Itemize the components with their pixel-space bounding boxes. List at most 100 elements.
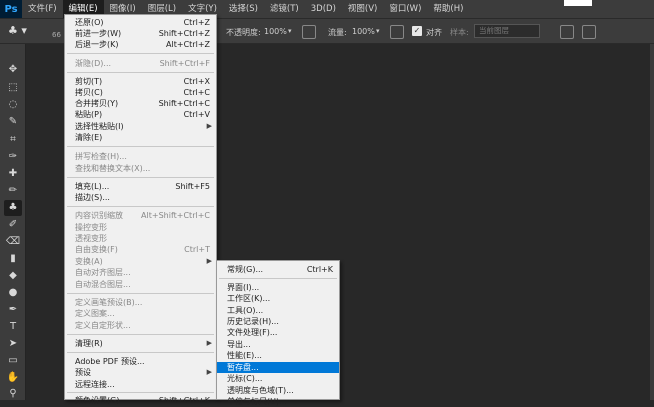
menu-item-step-forward[interactable]: 前进一步(W)Shift+Ctrl+Z <box>65 28 216 39</box>
brush-size[interactable]: 66 <box>52 31 61 39</box>
menu-item-transform[interactable]: 变换(A)▶ <box>65 256 216 267</box>
clone-stamp-tool-preset-icon[interactable]: ♣ ▾ <box>8 24 38 40</box>
menu-item-color-settings[interactable]: 颜色设置(G)...Shift+Ctrl+K <box>65 395 216 406</box>
menu-item-paste[interactable]: 粘贴(P)Ctrl+V <box>65 109 216 120</box>
flow-dropdown-icon[interactable]: ▾ <box>376 27 380 35</box>
menu-item-puppet-warp[interactable]: 操控变形 <box>65 222 216 233</box>
window-control-box[interactable] <box>564 0 592 6</box>
pressure-opacity-icon[interactable] <box>302 25 316 39</box>
menu-separator <box>67 293 214 294</box>
menu-item-purge[interactable]: 清理(R)▶ <box>65 338 216 349</box>
submenu-item-general[interactable]: 常规(G)...Ctrl+K <box>217 264 339 275</box>
healing-brush-tool-icon[interactable]: ✚ <box>4 166 22 182</box>
opacity-dropdown-icon[interactable]: ▾ <box>288 27 292 35</box>
eyedropper-tool-icon[interactable]: ✑ <box>4 149 22 165</box>
blur-tool-icon[interactable]: ◆ <box>4 268 22 284</box>
menu-help[interactable]: 帮助(H) <box>427 0 469 18</box>
submenu-item-performance[interactable]: 性能(E)... <box>217 350 339 361</box>
menu-item-find-replace[interactable]: 查找和替换文本(X)... <box>65 163 216 174</box>
menu-item-define-pattern[interactable]: 定义图案... <box>65 308 216 319</box>
menu-select[interactable]: 选择(S) <box>223 0 264 18</box>
menu-separator <box>67 206 214 207</box>
submenu-item-interface[interactable]: 界面(I)... <box>217 282 339 293</box>
submenu-arrow-icon: ▶ <box>207 121 212 132</box>
menu-item-step-backward[interactable]: 后退一步(K)Alt+Ctrl+Z <box>65 39 216 50</box>
menu-separator <box>67 352 214 353</box>
align-checkbox[interactable]: ✓ <box>412 26 422 36</box>
type-tool-icon[interactable]: T <box>4 319 22 335</box>
gradient-tool-icon[interactable]: ▮ <box>4 251 22 267</box>
menu-item-cut[interactable]: 剪切(T)Ctrl+X <box>65 76 216 87</box>
preferences-submenu: 常规(G)...Ctrl+K 界面(I)... 工作区(K)... 工具(O).… <box>216 260 340 400</box>
dodge-tool-icon[interactable]: ● <box>4 285 22 301</box>
menu-view[interactable]: 视图(V) <box>342 0 383 18</box>
tools-panel: ✥ ⬚ ◌ ✎ ⌗ ✑ ✚ ✏ ♣ ✐ ⌫ ▮ ◆ ● ✒ T ➤ ▭ ✋ ⚲ <box>0 44 26 400</box>
menu-item-check-spelling[interactable]: 拼写检查(H)... <box>65 151 216 162</box>
menu-filter[interactable]: 滤镜(T) <box>264 0 305 18</box>
submenu-item-units-rulers[interactable]: 单位与标尺(U)... <box>217 396 339 407</box>
airbrush-icon[interactable] <box>390 25 404 39</box>
menu-file[interactable]: 文件(F) <box>22 0 63 18</box>
menu-separator <box>67 334 214 335</box>
menu-item-free-transform[interactable]: 自由变换(F)Ctrl+T <box>65 244 216 255</box>
brush-tool-icon[interactable]: ✏ <box>4 183 22 199</box>
submenu-item-tools[interactable]: 工具(O)... <box>217 305 339 316</box>
submenu-item-file-handling[interactable]: 文件处理(F)... <box>217 327 339 338</box>
pressure-size-icon[interactable] <box>582 25 596 39</box>
flow-value[interactable]: 100% <box>352 27 375 36</box>
submenu-arrow-icon: ▶ <box>207 338 212 349</box>
menu-separator <box>219 278 337 279</box>
move-tool-icon[interactable]: ✥ <box>4 62 22 78</box>
menu-item-copy[interactable]: 拷贝(C)Ctrl+C <box>65 87 216 98</box>
opacity-value[interactable]: 100% <box>264 27 287 36</box>
menu-separator <box>67 53 214 54</box>
lasso-tool-icon[interactable]: ◌ <box>4 97 22 113</box>
menu-item-stroke[interactable]: 描边(S)... <box>65 192 216 203</box>
marquee-tool-icon[interactable]: ⬚ <box>4 80 22 96</box>
submenu-item-export[interactable]: 导出... <box>217 339 339 350</box>
submenu-item-scratch-disks[interactable]: 暂存盘... <box>217 362 339 373</box>
menu-separator <box>67 146 214 147</box>
ignore-adjustment-icon[interactable] <box>560 25 574 39</box>
menu-item-content-aware-scale[interactable]: 内容识别缩放Alt+Shift+Ctrl+C <box>65 210 216 221</box>
menu-item-fade[interactable]: 渐隐(D)...Shift+Ctrl+F <box>65 58 216 69</box>
submenu-item-cursors[interactable]: 光标(C)... <box>217 373 339 384</box>
menu-3d[interactable]: 3D(D) <box>305 0 342 18</box>
menu-item-auto-blend-layers[interactable]: 自动混合图层... <box>65 279 216 290</box>
submenu-item-transparency-gamut[interactable]: 透明度与色域(T)... <box>217 385 339 396</box>
menu-item-fill[interactable]: 填充(L)...Shift+F5 <box>65 181 216 192</box>
menu-item-define-custom-shape[interactable]: 定义自定形状... <box>65 320 216 331</box>
sample-select[interactable]: 当前图层 <box>474 24 540 38</box>
sample-label: 样本: <box>450 27 469 38</box>
menu-separator <box>67 72 214 73</box>
menu-item-undo[interactable]: 还原(O)Ctrl+Z <box>65 17 216 28</box>
menu-item-define-brush[interactable]: 定义画笔预设(B)... <box>65 297 216 308</box>
align-label: 对齐 <box>426 27 442 38</box>
clone-stamp-tool-icon[interactable]: ♣ <box>4 200 22 216</box>
submenu-arrow-icon: ▶ <box>207 367 212 378</box>
quick-select-tool-icon[interactable]: ✎ <box>4 114 22 130</box>
menu-item-perspective-warp[interactable]: 透视变形 <box>65 233 216 244</box>
opacity-label: 不透明度: <box>226 27 261 38</box>
submenu-item-workspace[interactable]: 工作区(K)... <box>217 293 339 304</box>
shape-tool-icon[interactable]: ▭ <box>4 353 22 369</box>
menu-item-clear[interactable]: 清除(E) <box>65 132 216 143</box>
pen-tool-icon[interactable]: ✒ <box>4 302 22 318</box>
eraser-tool-icon[interactable]: ⌫ <box>4 234 22 250</box>
menu-item-remote-connections[interactable]: 远程连接... <box>65 379 216 390</box>
menu-separator <box>67 177 214 178</box>
menu-item-paste-special[interactable]: 选择性粘贴(I)▶ <box>65 121 216 132</box>
menu-item-copy-merged[interactable]: 合并拷贝(Y)Shift+Ctrl+C <box>65 98 216 109</box>
menu-item-adobe-pdf-presets[interactable]: Adobe PDF 预设... <box>65 356 216 367</box>
history-brush-tool-icon[interactable]: ✐ <box>4 217 22 233</box>
path-select-tool-icon[interactable]: ➤ <box>4 336 22 352</box>
menu-item-presets[interactable]: 预设▶ <box>65 367 216 378</box>
photoshop-logo: Ps <box>0 0 22 18</box>
hand-tool-icon[interactable]: ✋ <box>4 370 22 386</box>
menu-separator <box>67 392 214 393</box>
submenu-item-history-log[interactable]: 历史记录(H)... <box>217 316 339 327</box>
menu-window[interactable]: 窗口(W) <box>383 0 427 18</box>
crop-tool-icon[interactable]: ⌗ <box>4 132 22 148</box>
panel-edge <box>650 44 654 400</box>
menu-item-auto-align-layers[interactable]: 自动对齐图层... <box>65 267 216 278</box>
